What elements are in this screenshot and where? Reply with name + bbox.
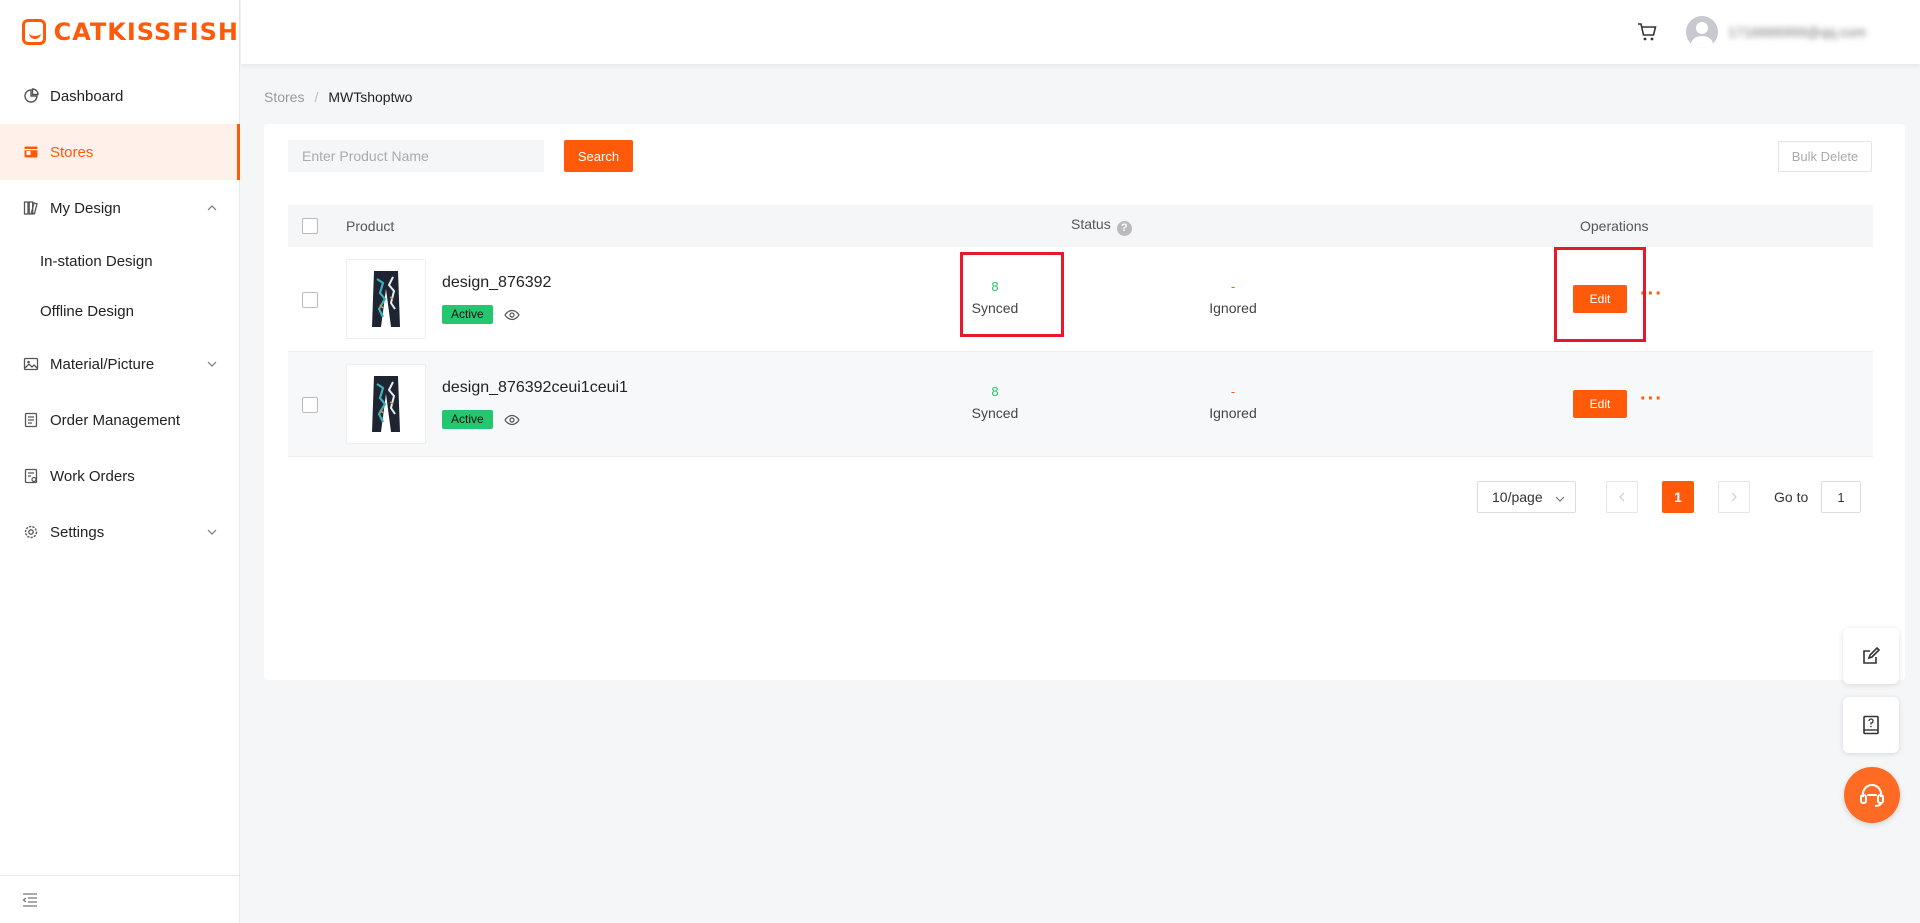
product-name[interactable]: design_876392 <box>442 274 551 292</box>
customer-support-button[interactable] <box>1844 767 1900 823</box>
sidebar-item-work-orders[interactable]: Work Orders <box>0 448 239 504</box>
chevron-right-icon <box>1731 492 1737 502</box>
sidebar-item-settings[interactable]: Settings <box>0 504 239 560</box>
brand-name: CATKISSFISH <box>53 18 239 46</box>
synced-status: 8 Synced <box>950 384 1040 421</box>
avatar[interactable] <box>1686 16 1718 48</box>
products-table: Product Status? Operations design_876392… <box>288 205 1873 457</box>
column-header-operations: Operations <box>1580 218 1649 234</box>
chevron-up-icon <box>207 205 217 211</box>
column-header-status: Status? <box>1071 216 1132 236</box>
sidebar-item-label: In-station Design <box>40 252 153 270</box>
cart-icon[interactable] <box>1636 21 1658 43</box>
bulk-delete-button[interactable]: Bulk Delete <box>1778 141 1872 172</box>
cat-logo-icon <box>22 19 46 45</box>
ignored-status: - Ignored <box>1188 279 1278 316</box>
breadcrumb-current: MWTshoptwo <box>328 89 413 105</box>
manual-book-icon <box>1863 715 1879 735</box>
chevron-down-icon <box>207 361 217 367</box>
sidebar-item-material-picture[interactable]: Material/Picture <box>0 336 239 392</box>
synced-label: Synced <box>971 405 1019 421</box>
headset-icon <box>1860 784 1884 807</box>
next-page-button[interactable] <box>1718 481 1750 513</box>
help-docs-button[interactable] <box>1843 697 1899 753</box>
goto-label: Go to <box>1774 489 1809 505</box>
sidebar-item-in-station-design[interactable]: In-station Design <box>0 236 239 286</box>
page-size-select[interactable]: 10/page <box>1477 481 1576 513</box>
chevron-down-icon <box>1555 496 1565 502</box>
synced-count: 8 <box>991 384 999 399</box>
image-icon <box>22 355 40 373</box>
products-card: Search Bulk Delete Product Status? Opera… <box>264 124 1905 680</box>
ignored-label: Ignored <box>1209 405 1257 421</box>
chevron-left-icon <box>1619 492 1625 502</box>
sidebar: CATKISSFISH Dashboard Stores My Design I… <box>0 0 240 923</box>
row-checkbox[interactable] <box>302 397 318 413</box>
order-icon <box>22 411 40 429</box>
highlight-box-synced <box>960 252 1064 337</box>
top-header: 1716666999@qq.com <box>241 0 1920 64</box>
sidebar-item-label: Order Management <box>50 411 181 429</box>
product-search-input[interactable] <box>288 140 544 172</box>
sidebar-item-label: Offline Design <box>40 302 134 320</box>
product-name[interactable]: design_876392ceui1ceui1 <box>442 379 628 397</box>
pie-chart-icon <box>22 87 40 105</box>
breadcrumb-separator: / <box>314 89 319 105</box>
product-thumbnail[interactable] <box>346 364 426 444</box>
ignored-label: Ignored <box>1209 300 1257 316</box>
select-all-checkbox[interactable] <box>302 218 318 234</box>
page-size-value: 10/page <box>1492 489 1543 505</box>
work-order-icon <box>22 467 40 485</box>
product-thumbnail[interactable] <box>346 259 426 339</box>
user-email[interactable]: 1716666999@qq.com <box>1728 24 1866 40</box>
pants-product-image <box>372 376 400 432</box>
search-button[interactable]: Search <box>564 140 633 172</box>
help-icon[interactable]: ? <box>1116 220 1132 236</box>
eye-icon[interactable] <box>504 412 520 428</box>
sidebar-item-label: My Design <box>50 199 121 217</box>
store-icon <box>22 143 40 161</box>
more-options-button[interactable]: ··· <box>1640 388 1663 411</box>
sidebar-item-label: Stores <box>50 143 94 161</box>
sidebar-item-offline-design[interactable]: Offline Design <box>0 286 239 336</box>
goto-page-input[interactable] <box>1821 481 1861 513</box>
ignored-count: - <box>1230 384 1236 399</box>
sidebar-item-my-design[interactable]: My Design <box>0 180 239 236</box>
sidebar-nav: Dashboard Stores My Design In-station De… <box>0 64 240 560</box>
breadcrumb: Stores / MWTshoptwo <box>264 89 412 105</box>
gear-icon <box>22 523 40 541</box>
table-header: Product Status? Operations <box>288 205 1873 247</box>
page-number-current[interactable]: 1 <box>1662 481 1694 513</box>
status-badge: Active <box>442 305 493 324</box>
table-row: design_876392ceui1ceui1 Active 8 Synced … <box>288 352 1873 457</box>
row-checkbox[interactable] <box>302 292 318 308</box>
pants-product-image <box>372 271 400 327</box>
ignored-count: - <box>1230 279 1236 294</box>
sidebar-item-label: Settings <box>50 523 105 541</box>
collapse-menu-icon <box>22 892 37 907</box>
sidebar-item-stores[interactable]: Stores <box>0 124 240 180</box>
edit-button[interactable]: Edit <box>1573 390 1627 418</box>
pagination: 10/page 1 Go to <box>264 481 1905 515</box>
design-icon <box>22 199 40 217</box>
sidebar-item-label: Work Orders <box>50 467 135 485</box>
chevron-down-icon <box>207 529 217 535</box>
eye-icon[interactable] <box>504 307 520 323</box>
sidebar-item-label: Material/Picture <box>50 355 155 373</box>
ignored-status: - Ignored <box>1188 384 1278 421</box>
prev-page-button[interactable] <box>1606 481 1638 513</box>
brand-logo[interactable]: CATKISSFISH <box>0 0 239 64</box>
sidebar-item-label: Dashboard <box>50 87 124 105</box>
sidebar-item-order-management[interactable]: Order Management <box>0 392 239 448</box>
column-header-status-label: Status <box>1071 216 1111 233</box>
table-row: design_876392 Active 8 Synced - Ignored … <box>288 247 1873 352</box>
column-header-product: Product <box>346 218 395 234</box>
sidebar-item-dashboard[interactable]: Dashboard <box>0 68 239 124</box>
highlight-box-edit <box>1554 247 1646 342</box>
edit-note-icon <box>1863 646 1881 664</box>
feedback-button[interactable] <box>1843 628 1899 684</box>
breadcrumb-stores-link[interactable]: Stores <box>264 89 304 105</box>
collapse-sidebar-toggle[interactable] <box>0 875 239 923</box>
status-badge: Active <box>442 410 493 429</box>
